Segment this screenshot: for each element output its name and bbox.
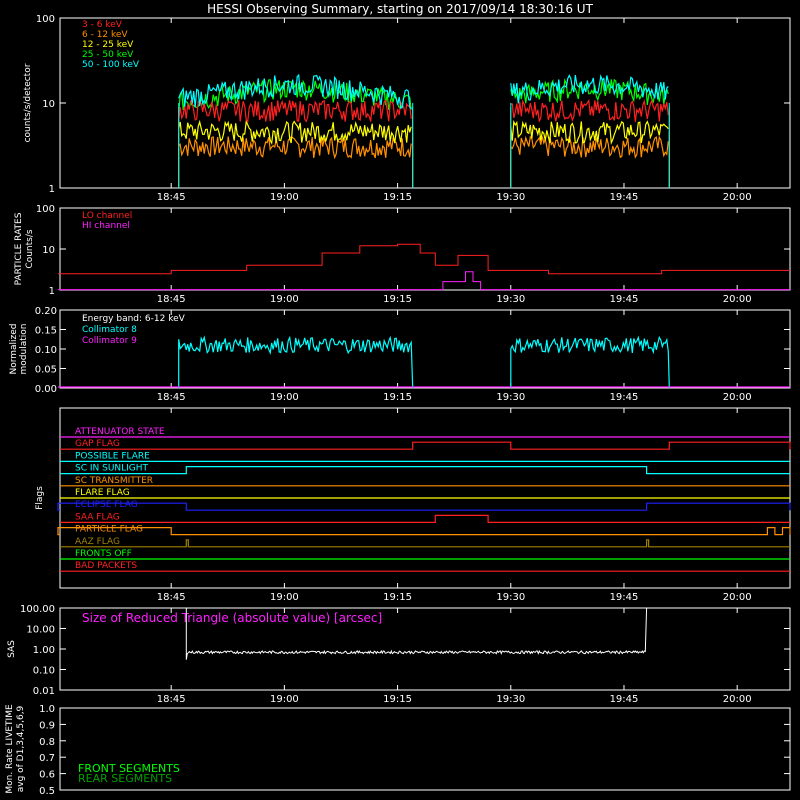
y-tick-label: 10.00 xyxy=(26,625,55,636)
count-rates-ylabel: counts/s/detector xyxy=(23,63,33,142)
y-tick-label: 0.01 xyxy=(33,686,55,697)
modulation-ylabel-1: Normalized xyxy=(9,323,19,374)
x-tick-label: 18:45 xyxy=(157,392,186,403)
x-tick-label: 19:45 xyxy=(610,392,639,403)
flag-label: FRONTS OFF xyxy=(75,549,132,559)
modulation-legend: Collimator 8Collimator 9 xyxy=(82,325,137,346)
x-tick-label: 19:15 xyxy=(383,192,412,203)
flag-label: BAD PACKETS xyxy=(75,561,137,571)
y-tick-label: 0.5 xyxy=(39,786,55,797)
x-tick-label: 18:45 xyxy=(157,294,186,305)
y-tick-label: 0.8 xyxy=(39,737,55,748)
legend-entry: LO channel xyxy=(82,211,132,221)
x-tick-label: 19:00 xyxy=(270,392,299,403)
y-tick-label: 0.10 xyxy=(33,666,55,677)
flag-label: ATTENUATOR STATE xyxy=(75,427,165,437)
y-tick-label: 10 xyxy=(42,99,55,110)
x-tick-label: 19:30 xyxy=(496,392,525,403)
y-tick-label: 0.20 xyxy=(35,306,57,317)
x-tick-label: 19:15 xyxy=(383,294,412,305)
x-tick-label: 19:00 xyxy=(270,192,299,203)
sas-annotation: Size of Reduced Triangle (absolute value… xyxy=(82,611,382,625)
legend-entry: 50 - 100 keV xyxy=(82,60,140,70)
y-tick-label: 100.00 xyxy=(20,604,55,615)
x-tick-label: 19:45 xyxy=(610,592,639,603)
x-tick-label: 18:45 xyxy=(157,694,186,705)
x-tick-label: 18:45 xyxy=(157,192,186,203)
flag-label: PARTICLE FLAG xyxy=(75,525,143,535)
x-tick-label: 20:00 xyxy=(723,392,752,403)
legend-entry: HI channel xyxy=(82,221,130,231)
y-tick-label: 1 xyxy=(49,286,55,297)
x-tick-label: 19:30 xyxy=(496,192,525,203)
modulation-ylabel-2: modulation xyxy=(19,324,29,375)
legend-entry: 12 - 25 keV xyxy=(82,40,134,50)
legend-entry: Collimator 9 xyxy=(82,336,137,346)
y-tick-label: 1.00 xyxy=(33,645,55,656)
y-tick-label: 100 xyxy=(36,14,55,25)
livetime-ylabel-2: avg of D1,3,4,5,6,9 xyxy=(16,705,26,792)
x-tick-label: 19:30 xyxy=(496,592,525,603)
x-tick-label: 19:00 xyxy=(270,694,299,705)
legend-entry: 3 - 6 keV xyxy=(82,20,123,30)
y-tick-label: 0.9 xyxy=(39,720,55,731)
x-tick-label: 19:00 xyxy=(270,294,299,305)
x-tick-label: 19:15 xyxy=(383,392,412,403)
flag-label: SC IN SUNLIGHT xyxy=(75,464,149,474)
x-tick-label: 19:15 xyxy=(383,694,412,705)
x-tick-label: 19:45 xyxy=(610,694,639,705)
x-tick-label: 20:00 xyxy=(723,294,752,305)
y-tick-label: 0.7 xyxy=(39,753,55,764)
modulation-energy-band: Energy band: 6-12 keV xyxy=(82,314,186,324)
flag-label: AAZ FLAG xyxy=(75,537,120,547)
x-tick-label: 19:45 xyxy=(610,294,639,305)
sas-ylabel: SAS xyxy=(7,640,17,658)
flag-label: SC TRANSMITTER xyxy=(75,476,153,486)
x-tick-label: 19:30 xyxy=(496,694,525,705)
legend-entry: REAR SEGMENTS xyxy=(78,772,172,785)
legend-entry: 6 - 12 keV xyxy=(82,30,128,40)
y-tick-label: 0.6 xyxy=(39,770,55,781)
x-tick-label: 19:30 xyxy=(496,294,525,305)
particle-rates-legend: LO channelHI channel xyxy=(82,211,132,231)
y-tick-label: 0.15 xyxy=(35,326,57,337)
y-tick-label: 1.0 xyxy=(39,704,55,715)
x-tick-label: 20:00 xyxy=(723,592,752,603)
flags-ylabel: Flags xyxy=(35,486,45,510)
flag-label: FLARE FLAG xyxy=(75,488,130,498)
y-tick-label: 0.05 xyxy=(35,365,57,376)
x-tick-label: 20:00 xyxy=(723,192,752,203)
livetime-ylabel-1: Mon. Rate LIVETIME xyxy=(5,704,15,794)
y-tick-label: 0.00 xyxy=(35,384,57,395)
flag-label: GAP FLAG xyxy=(75,439,120,449)
particle-rates-ylabel-2: Counts/s xyxy=(25,229,35,268)
legend-entry: Collimator 8 xyxy=(82,325,137,335)
particle-rates-ylabel-1: PARTICLE RATES xyxy=(14,212,24,285)
flag-label: POSSIBLE FLARE xyxy=(75,451,150,461)
legend-entry: 25 - 50 keV xyxy=(82,50,134,60)
x-tick-label: 20:00 xyxy=(723,694,752,705)
y-tick-label: 100 xyxy=(36,204,55,215)
plot-title: HESSI Observing Summary, starting on 201… xyxy=(207,2,593,16)
x-tick-label: 18:45 xyxy=(157,592,186,603)
y-tick-label: 1 xyxy=(49,184,55,195)
x-tick-label: 19:00 xyxy=(270,592,299,603)
flag-label: ECLIPSE FLAG xyxy=(75,500,138,510)
y-tick-label: 0.10 xyxy=(35,345,57,356)
livetime-legend: FRONT SEGMENTSREAR SEGMENTS xyxy=(78,762,180,785)
hessi-summary-plot: HESSI Observing Summary, starting on 201… xyxy=(0,0,800,800)
x-tick-label: 19:15 xyxy=(383,592,412,603)
x-tick-label: 19:45 xyxy=(610,192,639,203)
flag-label: SAA FLAG xyxy=(75,512,120,522)
y-tick-label: 10 xyxy=(42,245,55,256)
